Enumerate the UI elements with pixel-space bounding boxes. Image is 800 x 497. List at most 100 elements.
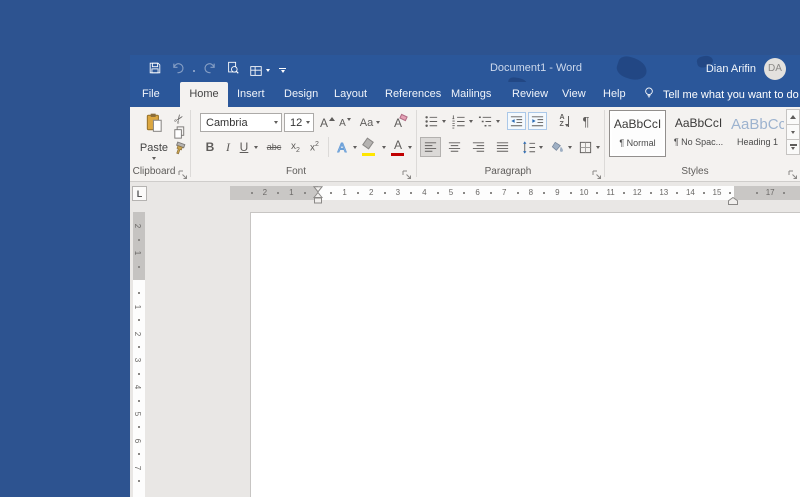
undo-dropdown-dot	[193, 69, 195, 72]
shading-dropdown[interactable]	[565, 137, 574, 157]
underline-dropdown[interactable]	[251, 137, 261, 157]
style-heading-1[interactable]: AaBbCc Heading 1	[731, 110, 784, 157]
tab-layout[interactable]: Layout	[332, 82, 369, 107]
paste-button[interactable]: Paste	[136, 109, 172, 163]
tab-design[interactable]: Design	[282, 82, 320, 107]
shrink-font-button[interactable]: A	[337, 114, 353, 132]
text-effects-dropdown[interactable]	[350, 137, 360, 157]
multilevel-list-button[interactable]	[477, 112, 494, 130]
sort-button[interactable]: AZ	[554, 112, 574, 130]
save-icon[interactable]	[148, 61, 162, 80]
ruler-number: 8	[528, 188, 534, 197]
customize-qat-button[interactable]	[279, 67, 286, 74]
highlight-dropdown[interactable]	[379, 137, 389, 157]
decrease-indent-button[interactable]	[507, 112, 526, 130]
highlight-color-bar	[362, 152, 375, 156]
ruler-number: 12	[632, 188, 642, 197]
clipboard-dialog-launcher[interactable]	[178, 167, 188, 177]
borders-button[interactable]	[576, 137, 594, 157]
numbering-dropdown[interactable]	[466, 112, 475, 130]
align-right-button[interactable]	[468, 137, 489, 157]
bullets-button[interactable]	[423, 112, 440, 130]
window-title: Document1 - Word	[489, 62, 583, 74]
tab-insert[interactable]: Insert	[235, 82, 267, 107]
ruler-tick	[702, 192, 705, 194]
document-page[interactable]	[250, 212, 800, 497]
highlight-button[interactable]	[361, 137, 379, 157]
redo-icon[interactable]	[204, 62, 217, 80]
tab-help[interactable]: Help	[601, 82, 628, 107]
strikethrough-button[interactable]: abc	[263, 137, 285, 157]
underline-button[interactable]: U	[237, 137, 251, 157]
highlighter-pen-icon	[362, 137, 374, 150]
align-center-button[interactable]	[444, 137, 465, 157]
line-spacing-button[interactable]	[519, 137, 537, 157]
font-dialog-launcher[interactable]	[402, 167, 412, 177]
font-color-button[interactable]: A	[390, 137, 406, 157]
italic-button[interactable]: I	[222, 137, 234, 157]
font-color-dropdown[interactable]	[405, 137, 415, 157]
style-normal[interactable]: AaBbCcI ¶ Normal	[609, 110, 666, 157]
ruler-number: 1	[133, 250, 143, 256]
title-bar: Document1 - Word Dian Arifin DA	[130, 53, 800, 92]
paragraph-dialog-launcher[interactable]	[592, 167, 602, 177]
multilevel-list-dropdown[interactable]	[493, 112, 502, 130]
ruler-number: 11	[606, 188, 615, 197]
subscript-button[interactable]: x2	[287, 137, 304, 157]
print-preview-icon[interactable]	[226, 61, 240, 80]
ruler-number: 6	[133, 438, 143, 444]
numbering-button[interactable]	[450, 112, 467, 130]
table-icon[interactable]	[249, 64, 270, 78]
format-painter-button[interactable]	[169, 143, 188, 159]
ruler-tick	[676, 192, 679, 194]
style-no-spacing[interactable]: AaBbCcI ¶ No Spac...	[669, 110, 728, 157]
ruler-number: 4	[133, 384, 143, 390]
ruler-number: 13	[659, 188, 669, 197]
borders-dropdown[interactable]	[593, 137, 602, 157]
ruler-tick	[383, 192, 386, 194]
tab-view[interactable]: View	[560, 82, 588, 107]
tell-me-box[interactable]: Tell me what you want to do	[642, 82, 799, 107]
account-button[interactable]: Dian Arifin DA	[706, 55, 786, 82]
tab-references[interactable]: References	[383, 82, 443, 107]
align-left-button[interactable]	[420, 137, 441, 157]
tab-home[interactable]: Home	[180, 82, 228, 107]
show-formatting-button[interactable]: ¶	[578, 112, 594, 130]
ruler-number: 4	[422, 188, 427, 197]
ruler-number: 1	[342, 188, 347, 197]
styles-scroll-up-button[interactable]	[786, 109, 800, 125]
undo-icon[interactable]	[171, 62, 184, 80]
ruler-tick	[543, 192, 546, 194]
bullets-dropdown[interactable]	[439, 112, 448, 130]
ruler-tick	[138, 426, 140, 429]
indent-markers[interactable]	[313, 186, 323, 209]
word-window: Document1 - Word Dian Arifin DA File Hom…	[130, 53, 800, 497]
superscript-button[interactable]: x2	[306, 137, 323, 157]
styles-scroll-down-button[interactable]	[786, 124, 800, 140]
shading-button[interactable]	[548, 137, 566, 157]
ruler-number: 2	[133, 224, 143, 229]
bold-button[interactable]: B	[202, 137, 218, 157]
line-spacing-dropdown[interactable]	[536, 137, 545, 157]
ruler-tick	[138, 238, 140, 241]
styles-more-button[interactable]	[786, 139, 800, 155]
font-family-combo[interactable]: Cambria	[200, 113, 282, 132]
tab-selector[interactable]: L	[132, 186, 147, 201]
tell-me-label: Tell me what you want to do	[663, 88, 799, 101]
tab-review[interactable]: Review	[510, 82, 550, 107]
tab-mailings[interactable]: Mailings	[449, 82, 493, 107]
text-effects-button[interactable]: A	[333, 137, 351, 157]
ruler-number: 7	[133, 465, 143, 470]
clear-formatting-button[interactable]: A	[388, 113, 408, 132]
increase-indent-button[interactable]	[528, 112, 547, 130]
styles-dialog-launcher[interactable]	[788, 167, 798, 177]
change-case-button[interactable]: Aa	[357, 113, 383, 132]
grow-font-button[interactable]: A	[319, 113, 336, 132]
ruler-tick	[138, 372, 140, 375]
ruler-tick	[138, 292, 140, 295]
justify-button[interactable]	[492, 137, 513, 157]
ruler-tick	[138, 399, 140, 402]
tab-file[interactable]: File	[140, 82, 162, 107]
right-indent-marker[interactable]	[728, 192, 738, 210]
font-size-combo[interactable]: 12	[284, 113, 314, 132]
